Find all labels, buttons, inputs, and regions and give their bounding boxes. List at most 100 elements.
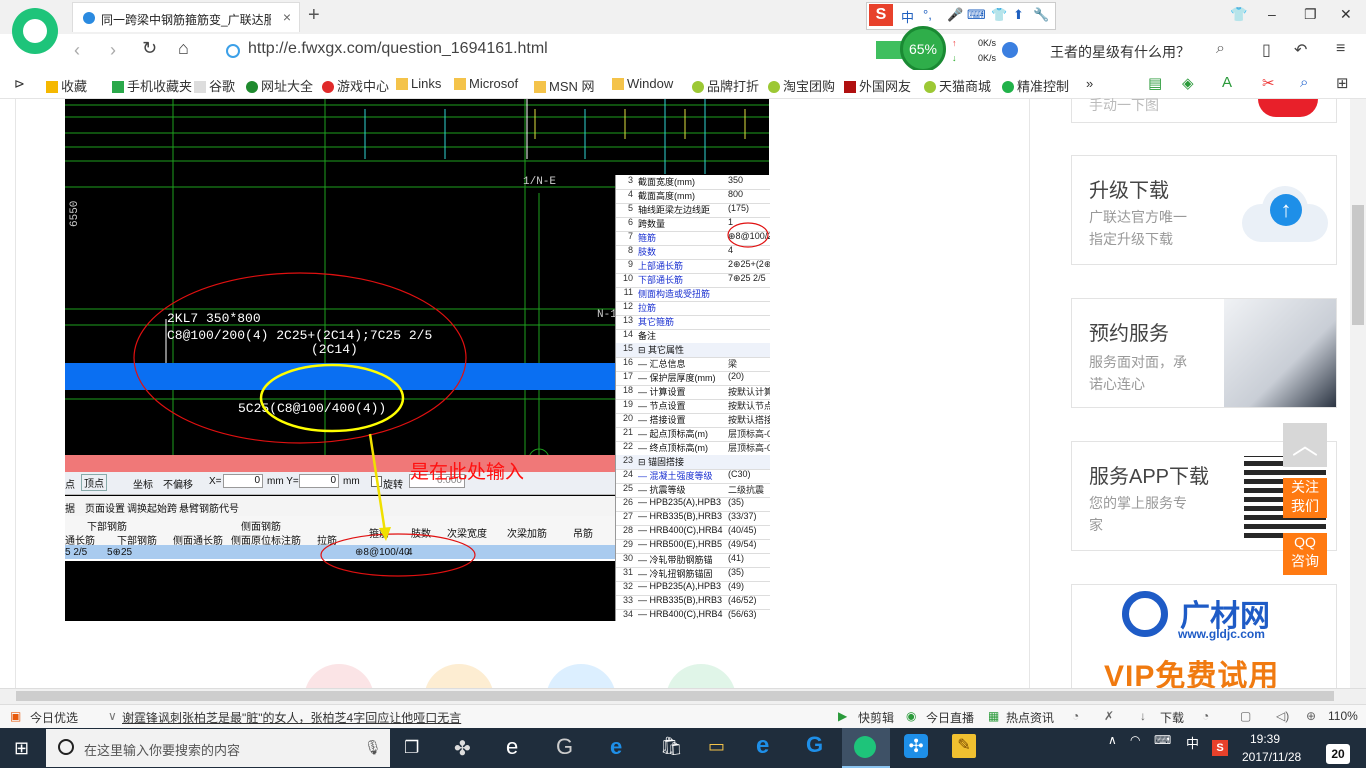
property-row[interactable]: 10 下部通长筋 7⊕25 2/5 — [616, 273, 770, 288]
property-row[interactable]: 28 — HRB400(C),HRB4 (40/45) — [616, 525, 770, 540]
wrench-icon[interactable]: ✗ — [1104, 709, 1114, 723]
accelerate-icon[interactable] — [1002, 42, 1018, 58]
property-row[interactable]: 18 — 计算设置 按默认计算 — [616, 385, 770, 400]
restore-button[interactable]: ❐ — [1304, 6, 1317, 23]
property-row[interactable]: 13 其它箍筋 — [616, 315, 770, 330]
notification-badge[interactable]: 20 — [1326, 744, 1350, 764]
property-row[interactable]: 15 ⊟ 其它属性 — [616, 343, 770, 358]
grid-cell[interactable]: 5 2/5 — [65, 547, 87, 558]
windows-start-icon[interactable]: ⊞ — [14, 738, 29, 759]
reader-icon[interactable]: ▤ — [1148, 74, 1162, 92]
back-icon[interactable]: ‹ — [74, 40, 80, 61]
grid-cell[interactable]: ⊕8@100/40 — [355, 547, 410, 558]
property-value[interactable]: 按默认计算 — [728, 385, 770, 398]
window-icon[interactable]: ▢ — [1240, 709, 1251, 723]
property-row[interactable]: 3 截面宽度(mm) 350 — [616, 175, 770, 190]
property-row[interactable]: 11 侧面构造或受扭筋 — [616, 287, 770, 302]
download-link[interactable]: 下载 — [1160, 709, 1184, 726]
undo-icon[interactable]: ↶ — [1294, 40, 1307, 60]
x-input[interactable]: 0 — [223, 474, 263, 488]
bookmark-sites[interactable]: 网址大全 — [246, 76, 313, 95]
property-value[interactable]: 350 — [728, 175, 770, 185]
property-value[interactable]: (49) — [728, 581, 770, 591]
bookmark-msn[interactable]: MSN 网 — [534, 76, 595, 95]
property-row[interactable]: 6 跨数量 1 — [616, 217, 770, 232]
card-appointment[interactable]: 预约服务 服务面对面，承 诺心连心 — [1071, 298, 1337, 408]
tool-swap-span[interactable]: 调换起始跨 — [127, 500, 177, 515]
property-row[interactable]: 27 — HRB335(B),HRB3 (33/37) — [616, 511, 770, 526]
follow-us-button[interactable]: 关注 我们 — [1283, 478, 1327, 518]
bookmark-foreign[interactable]: 外国网友 — [844, 76, 911, 95]
more-bookmarks-icon[interactable]: » — [1086, 76, 1093, 91]
property-value[interactable]: (175) — [728, 203, 770, 213]
property-value[interactable]: 层顶标高-0 — [728, 441, 770, 454]
property-row[interactable]: 34 — HRB400(C),HRB4 (56/63) — [616, 609, 770, 621]
property-value[interactable]: 梁 — [728, 357, 770, 370]
url-field[interactable]: http://e.fwxgx.com/question_1694161.html — [248, 40, 548, 58]
sidebar-card-top[interactable]: 手动一下图 — [1071, 97, 1337, 123]
property-row[interactable]: 21 — 起点顶标高(m) 层顶标高-0 — [616, 427, 770, 442]
property-value[interactable]: 2⊕25+(2⊕ — [728, 259, 770, 270]
property-row[interactable]: 29 — HRB500(E),HRB5 (49/54) — [616, 539, 770, 554]
tool-point[interactable]: 点 — [65, 476, 75, 491]
chevron-down-icon[interactable]: ∨ — [108, 709, 117, 723]
property-row[interactable]: 4 截面高度(mm) 800 — [616, 189, 770, 204]
property-row[interactable]: 26 — HPB235(A),HPB3 (35) — [616, 497, 770, 512]
property-row[interactable]: 12 拉筋 — [616, 301, 770, 316]
property-row[interactable]: 5 轴线距梁左边线距 (175) — [616, 203, 770, 218]
live-link[interactable]: 今日直播 — [926, 709, 974, 726]
browser-logo-icon[interactable] — [12, 8, 58, 54]
property-value[interactable]: 层顶标高-0 — [728, 427, 770, 440]
tab-close-button[interactable]: × — [283, 9, 291, 25]
property-value[interactable]: 按默认节点 — [728, 399, 770, 412]
property-row[interactable]: 30 — 冷轧带肋钢筋锚 (41) — [616, 553, 770, 568]
property-row[interactable]: 14 备注 — [616, 329, 770, 344]
edge-icon[interactable]: e — [610, 734, 622, 760]
bookmark-tmall[interactable]: 天猫商城 — [924, 76, 991, 95]
property-value[interactable]: 按默认搭接 — [728, 413, 770, 426]
property-row[interactable]: 23 ⊟ 锚固搭接 — [616, 455, 770, 470]
sogou-tray-icon[interactable]: S — [1212, 740, 1228, 756]
search-icon[interactable]: ⌕ — [1216, 40, 1225, 58]
quick-clip-link[interactable]: 快剪辑 — [858, 709, 894, 726]
property-value[interactable]: (56/63) — [728, 609, 770, 619]
property-value[interactable]: (C30) — [728, 469, 770, 479]
refresh-icon[interactable]: ↻ — [142, 38, 157, 59]
y-input[interactable]: 0 — [299, 474, 339, 488]
property-row[interactable]: 33 — HRB335(B),HRB3 (46/52) — [616, 595, 770, 610]
property-value[interactable]: 800 — [728, 189, 770, 199]
tray-expand-icon[interactable]: ∧ — [1108, 733, 1117, 747]
shield-icon[interactable]: ◈ — [1182, 74, 1194, 92]
property-value[interactable]: (40/45) — [728, 525, 770, 535]
property-row[interactable]: 19 — 节点设置 按默认节点 — [616, 399, 770, 414]
tool-coordinate[interactable]: 坐标 — [133, 476, 153, 491]
bookmark-windows[interactable]: Window — [612, 76, 673, 91]
search-suggestion[interactable]: 王者的星级有什么用？ — [1050, 42, 1190, 62]
apps-icon[interactable]: ⊞ — [1336, 74, 1349, 92]
file-explorer-icon[interactable]: ▭ — [708, 736, 725, 757]
translate-icon[interactable]: A — [1222, 74, 1232, 91]
property-row[interactable]: 9 上部通长筋 2⊕25+(2⊕ — [616, 259, 770, 274]
ime-tools-icon[interactable]: 🔧 — [1033, 7, 1049, 23]
property-value[interactable]: (49/54) — [728, 539, 770, 549]
property-value[interactable]: (35) — [728, 497, 770, 507]
property-value[interactable]: (41) — [728, 553, 770, 563]
bookmark-brand-discount[interactable]: 品牌打折 — [692, 76, 759, 95]
speed-boost-icon[interactable] — [876, 41, 902, 59]
ime-upload-icon[interactable]: ⬆ — [1013, 7, 1024, 23]
ie-e-icon[interactable]: e — [506, 734, 518, 760]
property-value[interactable]: 7⊕25 2/5 — [728, 273, 770, 284]
active-browser-task[interactable] — [842, 728, 890, 768]
menu-icon[interactable]: ≡ — [1336, 40, 1345, 58]
sidebar-toggle-icon[interactable]: ⊳ — [14, 76, 25, 92]
hot-news-link[interactable]: 热点资讯 — [1006, 709, 1054, 726]
ie-icon[interactable]: e — [756, 732, 769, 760]
property-value[interactable]: (35) — [728, 567, 770, 577]
spiral-icon[interactable]: G — [556, 734, 573, 760]
tool-cantilever-code[interactable]: 悬臂钢筋代号 — [179, 500, 239, 515]
task-view-icon[interactable]: ❐ — [404, 738, 419, 758]
ime-voice-icon[interactable]: 🎤 — [947, 7, 963, 23]
bookmark-links[interactable]: Links — [396, 76, 441, 91]
zoom-icon[interactable]: ⊕ — [1306, 709, 1316, 723]
property-row[interactable]: 16 — 汇总信息 梁 — [616, 357, 770, 372]
